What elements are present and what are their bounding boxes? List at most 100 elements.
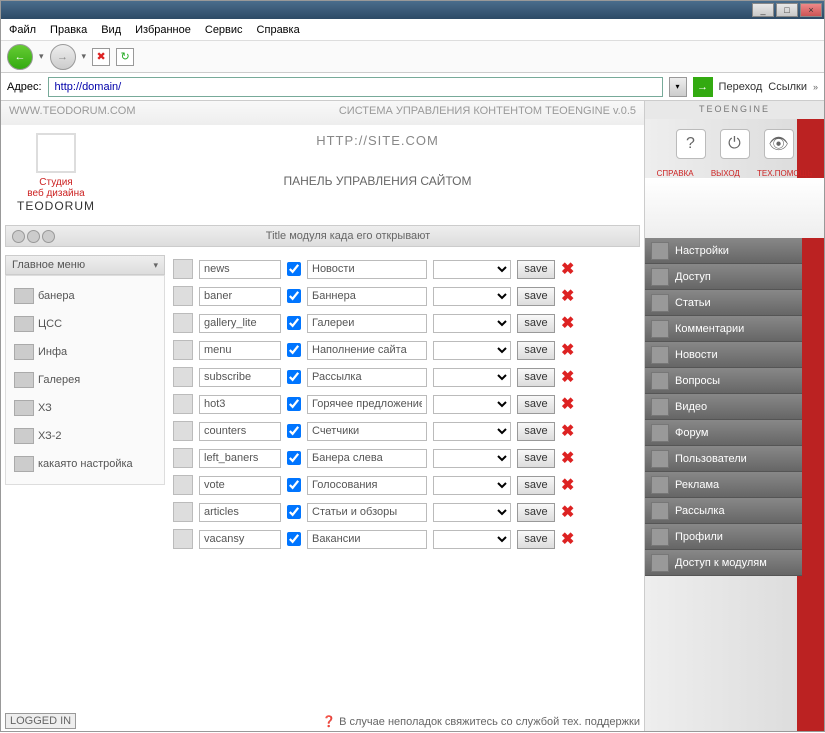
row-enable-checkbox[interactable] [287, 451, 301, 465]
right-menu-item-12[interactable]: Доступ к модулям [645, 550, 802, 576]
row-save-button[interactable]: save [517, 476, 555, 495]
menu-file[interactable]: Файл [9, 24, 36, 36]
sidebar-item-0[interactable]: банера [12, 282, 158, 310]
menu-view[interactable]: Вид [101, 24, 121, 36]
row-code-input[interactable] [199, 287, 281, 306]
window-close-button[interactable]: × [800, 3, 822, 17]
row-code-input[interactable] [199, 368, 281, 387]
sidebar-item-5[interactable]: ХЗ-2 [12, 422, 158, 450]
nav-back-button[interactable]: ← [7, 44, 33, 70]
row-label-input[interactable] [307, 449, 427, 468]
row-delete-icon[interactable]: ✖ [561, 340, 574, 360]
row-select[interactable] [433, 341, 511, 360]
help-button[interactable]: ? [676, 129, 706, 159]
row-label-input[interactable] [307, 368, 427, 387]
row-select[interactable] [433, 449, 511, 468]
row-delete-icon[interactable]: ✖ [561, 502, 574, 522]
refresh-icon[interactable]: ↻ [116, 48, 134, 66]
row-label-input[interactable] [307, 530, 427, 549]
row-select[interactable] [433, 395, 511, 414]
address-dropdown-button[interactable]: ▾ [669, 77, 687, 97]
row-delete-icon[interactable]: ✖ [561, 529, 574, 549]
row-enable-checkbox[interactable] [287, 343, 301, 357]
row-code-input[interactable] [199, 422, 281, 441]
row-label-input[interactable] [307, 422, 427, 441]
sidebar-collapse-icon[interactable]: ▾ [153, 260, 158, 271]
right-menu-item-10[interactable]: Рассылка [645, 498, 802, 524]
support-button[interactable]: 👁 [764, 129, 794, 159]
row-save-button[interactable]: save [517, 314, 555, 333]
right-menu-item-8[interactable]: Пользователи [645, 446, 802, 472]
menu-favorites[interactable]: Избранное [135, 24, 191, 36]
back-dropdown-icon[interactable]: ▾ [39, 51, 44, 62]
row-label-input[interactable] [307, 476, 427, 495]
fwd-dropdown-icon[interactable]: ▾ [82, 51, 87, 62]
row-enable-checkbox[interactable] [287, 262, 301, 276]
right-menu-item-7[interactable]: Форум [645, 420, 802, 446]
go-button[interactable]: → [693, 77, 713, 97]
row-enable-checkbox[interactable] [287, 478, 301, 492]
row-save-button[interactable]: save [517, 449, 555, 468]
row-delete-icon[interactable]: ✖ [561, 475, 574, 495]
row-save-button[interactable]: save [517, 503, 555, 522]
panel-btn-1[interactable] [12, 230, 25, 243]
row-label-input[interactable] [307, 395, 427, 414]
row-save-button[interactable]: save [517, 341, 555, 360]
logout-button[interactable]: ⏻ [720, 129, 750, 159]
right-menu-item-4[interactable]: Новости [645, 342, 802, 368]
menu-service[interactable]: Сервис [205, 24, 243, 36]
row-delete-icon[interactable]: ✖ [561, 421, 574, 441]
row-save-button[interactable]: save [517, 422, 555, 441]
row-enable-checkbox[interactable] [287, 532, 301, 546]
row-select[interactable] [433, 476, 511, 495]
row-select[interactable] [433, 422, 511, 441]
row-enable-checkbox[interactable] [287, 424, 301, 438]
row-save-button[interactable]: save [517, 260, 555, 279]
sidebar-title[interactable]: Главное меню ▾ [5, 255, 165, 275]
right-menu-item-2[interactable]: Статьи [645, 290, 802, 316]
row-code-input[interactable] [199, 341, 281, 360]
row-label-input[interactable] [307, 287, 427, 306]
row-save-button[interactable]: save [517, 530, 555, 549]
row-delete-icon[interactable]: ✖ [561, 367, 574, 387]
row-delete-icon[interactable]: ✖ [561, 286, 574, 306]
row-select[interactable] [433, 368, 511, 387]
row-save-button[interactable]: save [517, 368, 555, 387]
sidebar-item-4[interactable]: ХЗ [12, 394, 158, 422]
row-delete-icon[interactable]: ✖ [561, 313, 574, 333]
row-code-input[interactable] [199, 530, 281, 549]
row-enable-checkbox[interactable] [287, 505, 301, 519]
row-enable-checkbox[interactable] [287, 289, 301, 303]
row-enable-checkbox[interactable] [287, 316, 301, 330]
window-minimize-button[interactable]: _ [752, 3, 774, 17]
right-menu-item-9[interactable]: Реклама [645, 472, 802, 498]
row-save-button[interactable]: save [517, 287, 555, 306]
row-label-input[interactable] [307, 503, 427, 522]
right-menu-item-5[interactable]: Вопросы [645, 368, 802, 394]
menu-help[interactable]: Справка [257, 24, 300, 36]
row-code-input[interactable] [199, 503, 281, 522]
row-enable-checkbox[interactable] [287, 397, 301, 411]
row-delete-icon[interactable]: ✖ [561, 259, 574, 279]
right-menu-item-0[interactable]: Настройки [645, 238, 802, 264]
row-code-input[interactable] [199, 476, 281, 495]
row-label-input[interactable] [307, 314, 427, 333]
row-select[interactable] [433, 530, 511, 549]
panel-btn-2[interactable] [27, 230, 40, 243]
right-menu-item-6[interactable]: Видео [645, 394, 802, 420]
row-select[interactable] [433, 260, 511, 279]
right-menu-item-1[interactable]: Доступ [645, 264, 802, 290]
sidebar-item-3[interactable]: Галерея [12, 366, 158, 394]
sidebar-item-6[interactable]: какаято настройка [12, 450, 158, 478]
row-delete-icon[interactable]: ✖ [561, 394, 574, 414]
row-code-input[interactable] [199, 260, 281, 279]
links-chevron-icon[interactable]: » [813, 82, 818, 92]
address-input[interactable] [48, 77, 663, 97]
row-code-input[interactable] [199, 449, 281, 468]
right-menu-item-3[interactable]: Комментарии [645, 316, 802, 342]
sidebar-item-2[interactable]: Инфа [12, 338, 158, 366]
stop-icon[interactable]: ✖ [92, 48, 110, 66]
window-maximize-button[interactable]: □ [776, 3, 798, 17]
row-delete-icon[interactable]: ✖ [561, 448, 574, 468]
nav-forward-button[interactable]: → [50, 44, 76, 70]
